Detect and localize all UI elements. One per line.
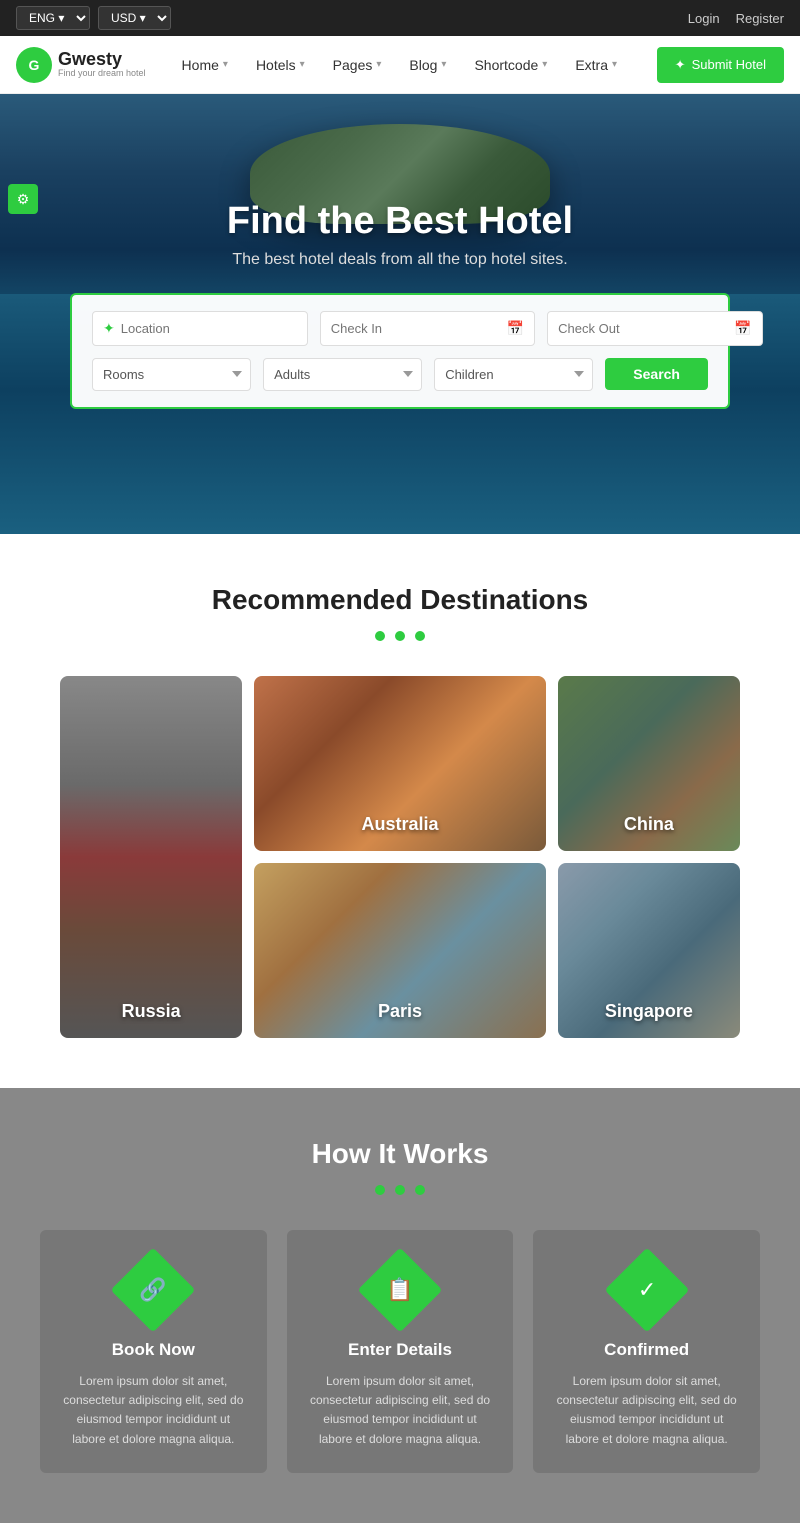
search-box: ✦ 📅 📅 Rooms Adults [70, 293, 730, 409]
top-bar-left: ENG ▾ USD ▾ [16, 6, 171, 30]
dot-3 [415, 631, 425, 641]
nav-shortcode[interactable]: Shortcode ▾ [462, 49, 559, 81]
singapore-label: Singapore [558, 1001, 740, 1022]
nav-hotels[interactable]: Hotels ▾ [244, 49, 317, 81]
gear-button[interactable]: ⚙ [8, 184, 38, 214]
book-card-title: Book Now [60, 1340, 247, 1360]
hero-title: Find the Best Hotel [70, 200, 730, 243]
how-dot-2 [395, 1185, 405, 1195]
search-button[interactable]: Search [605, 358, 708, 390]
logo-sub: Find your dream hotel [58, 69, 146, 79]
details-card-text: Lorem ipsum dolor sit amet, consectetur … [307, 1372, 494, 1449]
destinations-dots [60, 628, 740, 646]
hero-content: Find the Best Hotel The best hotel deals… [70, 200, 730, 409]
destination-paris[interactable]: Paris [254, 863, 546, 1038]
details-icon-wrap: 📋 [358, 1248, 443, 1333]
logo-text: Gwesty Find your dream hotel [58, 50, 146, 80]
how-dots [40, 1182, 760, 1200]
china-label: China [558, 814, 740, 835]
how-cards: 🔗 Book Now Lorem ipsum dolor sit amet, c… [40, 1230, 760, 1473]
book-card-text: Lorem ipsum dolor sit amet, consectetur … [60, 1372, 247, 1449]
nav-items: Home ▾ Hotels ▾ Pages ▾ Blog ▾ Shortcode… [170, 49, 657, 81]
dot-2 [395, 631, 405, 641]
destinations-title: Recommended Destinations [60, 584, 740, 616]
details-card-title: Enter Details [307, 1340, 494, 1360]
search-row-2: Rooms Adults Children Search [92, 358, 708, 391]
paris-label: Paris [254, 1001, 546, 1022]
checkout-field[interactable]: 📅 [547, 311, 762, 346]
how-section: How It Works 🔗 Book Now Lorem ipsum dolo… [0, 1088, 800, 1523]
details-icon: 📋 [386, 1277, 413, 1303]
location-icon: ✦ [103, 320, 115, 337]
currency-select[interactable]: USD ▾ [98, 6, 171, 30]
logo[interactable]: G Gwesty Find your dream hotel [16, 47, 146, 83]
destination-singapore[interactable]: Singapore [558, 863, 740, 1038]
location-field[interactable]: ✦ [92, 311, 308, 346]
how-card-details: 📋 Enter Details Lorem ipsum dolor sit am… [287, 1230, 514, 1473]
nav-blog[interactable]: Blog ▾ [397, 49, 458, 81]
checkin-input[interactable] [331, 321, 507, 336]
logo-icon: G [16, 47, 52, 83]
children-select[interactable]: Children [434, 358, 593, 391]
nav-home[interactable]: Home ▾ [170, 49, 240, 81]
russia-image [60, 676, 242, 1038]
rooms-select[interactable]: Rooms [92, 358, 251, 391]
confirmed-icon: ✓ [637, 1277, 655, 1303]
australia-label: Australia [254, 814, 546, 835]
location-input[interactable] [121, 321, 297, 336]
how-title: How It Works [40, 1138, 760, 1170]
nav-pages[interactable]: Pages ▾ [321, 49, 394, 81]
book-icon-wrap: 🔗 [111, 1248, 196, 1333]
submit-hotel-button[interactable]: ✦ Submit Hotel [657, 47, 784, 83]
russia-label: Russia [60, 1001, 242, 1022]
dot-1 [375, 631, 385, 641]
hero-subtitle: The best hotel deals from all the top ho… [70, 251, 730, 269]
destination-australia[interactable]: Australia [254, 676, 546, 851]
how-card-confirmed: ✓ Confirmed Lorem ipsum dolor sit amet, … [533, 1230, 760, 1473]
nav-right: ✦ Submit Hotel [657, 47, 784, 83]
logo-letter: G [29, 57, 40, 73]
checkin-field[interactable]: 📅 [320, 311, 535, 346]
language-select[interactable]: ENG ▾ [16, 6, 90, 30]
checkin-calendar-icon: 📅 [507, 320, 524, 337]
how-card-book: 🔗 Book Now Lorem ipsum dolor sit amet, c… [40, 1230, 267, 1473]
top-bar-right: Login Register [688, 11, 784, 26]
book-icon: 🔗 [140, 1277, 167, 1303]
confirmed-card-text: Lorem ipsum dolor sit amet, consectetur … [553, 1372, 740, 1449]
confirmed-icon-wrap: ✓ [604, 1248, 689, 1333]
register-link[interactable]: Register [736, 11, 784, 26]
search-row-1: ✦ 📅 📅 [92, 311, 708, 346]
plus-icon: ✦ [675, 57, 686, 73]
top-bar: ENG ▾ USD ▾ Login Register [0, 0, 800, 36]
destination-russia[interactable]: Russia [60, 676, 242, 1038]
hero-section: ⚙ Find the Best Hotel The best hotel dea… [0, 94, 800, 534]
adults-select[interactable]: Adults [263, 358, 422, 391]
destination-china[interactable]: China [558, 676, 740, 851]
confirmed-card-title: Confirmed [553, 1340, 740, 1360]
destinations-grid: Australia Russia China Paris Singapore [60, 676, 740, 1038]
checkout-input[interactable] [558, 321, 734, 336]
logo-name: Gwesty [58, 50, 146, 70]
checkout-calendar-icon: 📅 [734, 320, 751, 337]
login-link[interactable]: Login [688, 11, 720, 26]
nav-extra[interactable]: Extra ▾ [563, 49, 629, 81]
how-dot-1 [375, 1185, 385, 1195]
navbar: G Gwesty Find your dream hotel Home ▾ Ho… [0, 36, 800, 94]
how-dot-3 [415, 1185, 425, 1195]
destinations-section: Recommended Destinations Australia Russi… [0, 534, 800, 1088]
